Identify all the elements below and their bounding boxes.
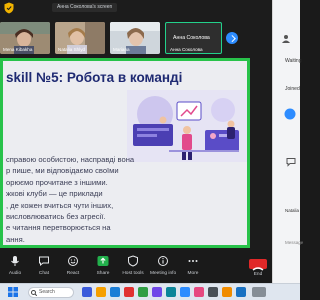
toolbar-label: Audio bbox=[8, 271, 22, 276]
slide-line: р пише, ми відповідаємо своїми bbox=[6, 166, 119, 176]
toolbar-label: React bbox=[66, 271, 80, 276]
slide-line: орюємо прочитане з іншими. bbox=[6, 177, 108, 187]
waiting-label: Waiting bbox=[285, 58, 302, 64]
toolbar-label: Share bbox=[96, 271, 110, 276]
meeting-toolbar: Audio Chat React Share Host tools Meetin… bbox=[0, 250, 272, 283]
taskbar-app-icon[interactable] bbox=[236, 287, 246, 297]
info-icon bbox=[158, 256, 168, 266]
chat-icon bbox=[286, 158, 296, 167]
slide-line: е читання перетворюється на bbox=[6, 223, 111, 233]
participant-tile-active-speaker[interactable]: Анна Соколова Анна Соколова bbox=[165, 22, 222, 54]
windows-start-icon[interactable] bbox=[8, 287, 18, 297]
react-button[interactable]: React bbox=[60, 252, 86, 282]
end-meeting-button[interactable] bbox=[249, 259, 267, 271]
host-tools-button[interactable]: Host tools bbox=[120, 252, 146, 282]
taskbar-app-icon[interactable] bbox=[82, 287, 92, 297]
shield-icon[interactable] bbox=[4, 2, 14, 14]
chat-icon bbox=[39, 256, 49, 267]
avatar bbox=[284, 108, 296, 120]
slide-body: справою особистою, насправді вона р пише… bbox=[6, 154, 156, 245]
shared-screen[interactable]: skill №5: Робота в команді справою особи… bbox=[0, 58, 250, 248]
audio-button[interactable]: Audio bbox=[2, 252, 28, 282]
toolbar-label: Chat bbox=[38, 271, 50, 276]
screen: Анна Соколова's screen Mena Kibakha Nata… bbox=[0, 0, 303, 300]
shield-icon bbox=[128, 255, 138, 267]
folder-icon[interactable] bbox=[96, 287, 106, 297]
toolbar-label: Meeting info bbox=[150, 271, 177, 276]
meeting-topbar: Анна Соколова's screen bbox=[0, 0, 272, 16]
slide-line: висловлюватись без агресії. bbox=[6, 212, 106, 222]
taskbar-app-icon[interactable] bbox=[124, 287, 134, 297]
participant-name: Анна Соколова bbox=[173, 35, 210, 41]
taskbar-app-icon[interactable] bbox=[194, 287, 204, 297]
taskbar-app-icon[interactable] bbox=[222, 287, 232, 297]
slide-line: справою особистою, насправді вона bbox=[6, 155, 135, 164]
participant-name: Natalia Shlyd bbox=[58, 47, 86, 52]
microphone-icon bbox=[11, 256, 19, 266]
more-button[interactable]: More bbox=[180, 252, 206, 282]
meeting-info-button[interactable]: Meeting info bbox=[150, 252, 176, 282]
slide-title: skill №5: Робота в команді bbox=[6, 70, 183, 85]
participant-name: Mena Kibakha bbox=[3, 47, 33, 52]
participant-tile[interactable]: Mariana bbox=[110, 22, 160, 54]
toolbar-label: More bbox=[187, 271, 199, 276]
participant-tile[interactable]: Natalia Shlyd bbox=[55, 22, 105, 54]
zoom-icon[interactable] bbox=[180, 287, 190, 297]
meeting-window: Анна Соколова's screen Mena Kibakha Nata… bbox=[0, 0, 272, 283]
share-button[interactable]: Share bbox=[90, 252, 116, 282]
smiley-icon bbox=[68, 256, 78, 266]
end-label: End bbox=[253, 272, 263, 277]
slide-line: ання. bbox=[6, 234, 25, 244]
screen-share-title[interactable]: Анна Соколова's screen bbox=[52, 3, 118, 12]
toolbar-label: Host tools bbox=[122, 271, 144, 276]
search-icon bbox=[31, 290, 37, 296]
slide-line: , де кожен вчиться чути інших, bbox=[6, 200, 114, 210]
participant-name: Анна Соколова bbox=[170, 47, 203, 52]
chat-button[interactable]: Chat bbox=[31, 252, 57, 282]
participant-tile[interactable]: Mena Kibakha bbox=[0, 22, 50, 54]
teamwork-illustration bbox=[127, 90, 247, 162]
next-page-button[interactable] bbox=[226, 32, 238, 44]
chat-input[interactable]: Message bbox=[285, 240, 303, 245]
slide-line: жкові клуби — це приклади bbox=[6, 189, 103, 199]
search-placeholder: Search bbox=[39, 289, 55, 295]
windows-taskbar: Search bbox=[0, 283, 300, 300]
chat-sender: Natalia bbox=[285, 208, 300, 213]
participants-chat-panel: Waiting Joined Natalia Message bbox=[272, 0, 303, 283]
more-dots-icon bbox=[188, 260, 198, 262]
participant-name: Mariana bbox=[113, 47, 130, 52]
taskbar-app-icon[interactable] bbox=[110, 287, 120, 297]
taskbar-app-icon[interactable] bbox=[166, 287, 176, 297]
taskbar-app-icon[interactable] bbox=[152, 287, 162, 297]
system-tray[interactable] bbox=[252, 287, 266, 297]
taskbar-app-icon[interactable] bbox=[138, 287, 148, 297]
taskbar-search-input[interactable]: Search bbox=[28, 287, 74, 298]
joined-label: Joined bbox=[285, 86, 300, 92]
taskbar-app-icon[interactable] bbox=[208, 287, 218, 297]
people-icon bbox=[282, 35, 290, 43]
share-arrow-icon bbox=[97, 256, 109, 266]
